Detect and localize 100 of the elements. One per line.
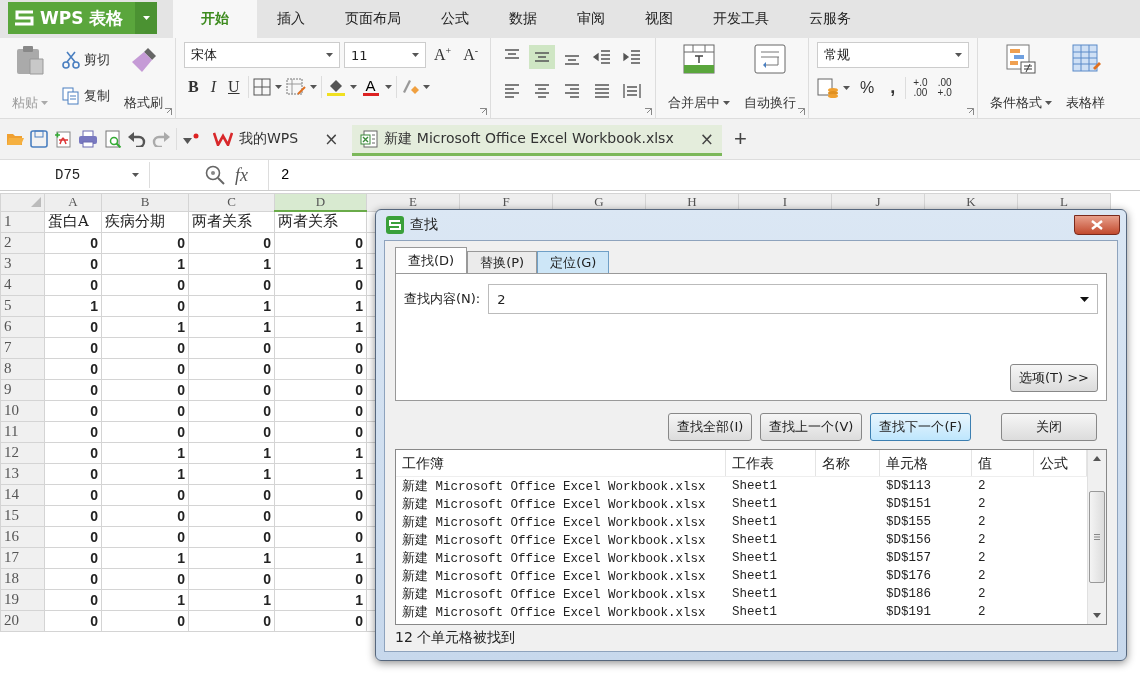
ribbon-tab[interactable]: 公式 <box>421 0 490 38</box>
table-style-button[interactable]: 表格样 <box>1062 42 1110 114</box>
result-cell[interactable]: $D$113 <box>880 479 972 493</box>
row-header[interactable]: 1 <box>0 211 45 232</box>
wrap-text-button[interactable]: 自动换行 <box>740 42 801 114</box>
result-cell[interactable]: 2 <box>972 569 1034 583</box>
result-cell[interactable]: 2 <box>972 587 1034 601</box>
column-header[interactable]: B <box>101 193 189 211</box>
row-header[interactable]: 9 <box>0 379 45 400</box>
result-cell[interactable]: Sheet1 <box>726 497 816 511</box>
row-header[interactable]: 15 <box>0 505 45 526</box>
result-cell[interactable]: $D$186 <box>880 587 972 601</box>
result-cell[interactable]: Sheet1 <box>726 551 816 565</box>
folder-icon[interactable] <box>6 131 24 147</box>
currency-icon[interactable] <box>817 77 840 98</box>
result-cell[interactable]: 新建 Microsoft Office Excel Workbook.xlsx <box>396 477 726 495</box>
document-tab[interactable]: 我的WPS × <box>205 122 347 156</box>
row-header[interactable]: 5 <box>0 295 45 316</box>
number-format-dropdown[interactable]: 常规 <box>817 42 970 68</box>
row-header[interactable]: 7 <box>0 337 45 358</box>
format-painter-button[interactable]: 格式刷 <box>120 42 167 114</box>
result-cell[interactable]: 2 <box>972 551 1034 565</box>
result-cell[interactable]: $D$155 <box>880 515 972 529</box>
cell-format-icon[interactable] <box>285 78 306 96</box>
result-cell[interactable]: Sheet1 <box>726 569 816 583</box>
undo-icon[interactable] <box>128 131 146 147</box>
result-cell[interactable]: 新建 Microsoft Office Excel Workbook.xlsx <box>396 585 726 603</box>
dialog-launcher-icon[interactable] <box>165 108 172 115</box>
ribbon-tab[interactable]: 插入 <box>257 0 326 38</box>
dialog-launcher-icon[interactable] <box>967 108 975 115</box>
eraser-icon[interactable] <box>400 78 419 96</box>
scroll-up-icon[interactable] <box>1093 456 1101 461</box>
result-cell[interactable]: 新建 Microsoft Office Excel Workbook.xlsx <box>396 567 726 585</box>
document-tab[interactable]: 新建 Microsoft Office Excel Workbook.xlsx × <box>352 125 722 156</box>
column-header[interactable]: 名称 <box>816 450 880 476</box>
conditional-format-button[interactable]: 条件格式 <box>986 42 1057 114</box>
result-cell[interactable]: $D$151 <box>880 497 972 511</box>
ribbon-tab[interactable]: 数据 <box>489 0 558 38</box>
row-header[interactable]: 4 <box>0 274 45 295</box>
result-cell[interactable]: 2 <box>972 479 1034 493</box>
dialog-tab[interactable]: 替换(P) <box>467 251 538 273</box>
close-tab-button[interactable]: × <box>699 129 714 149</box>
cut-button[interactable]: 剪切 <box>58 49 114 71</box>
result-cell[interactable]: 2 <box>972 515 1034 529</box>
redo-icon[interactable] <box>152 131 170 147</box>
row-header[interactable]: 6 <box>0 316 45 337</box>
close-tab-button[interactable]: × <box>324 129 339 149</box>
column-header[interactable]: 工作表 <box>726 450 816 476</box>
font-name-dropdown[interactable]: 宋体 <box>184 42 340 68</box>
name-box[interactable]: D75 <box>0 162 150 188</box>
thousands-separator-button[interactable]: , <box>884 76 902 99</box>
italic-button[interactable]: I <box>206 78 220 96</box>
result-cell[interactable]: 新建 Microsoft Office Excel Workbook.xlsx <box>396 495 726 513</box>
close-button[interactable] <box>1074 215 1120 235</box>
dialog-button[interactable]: 关闭 <box>1001 413 1097 441</box>
result-cell[interactable]: 2 <box>972 533 1034 547</box>
row-header[interactable]: 2 <box>0 232 45 253</box>
result-cell[interactable]: Sheet1 <box>726 533 816 547</box>
result-cell[interactable]: $D$176 <box>880 569 972 583</box>
row-header[interactable]: 10 <box>0 400 45 421</box>
result-cell[interactable]: 2 <box>972 605 1034 619</box>
result-cell[interactable]: 新建 Microsoft Office Excel Workbook.xlsx <box>396 549 726 567</box>
align-middle-icon[interactable] <box>529 45 556 69</box>
zoom-icon[interactable] <box>205 165 225 185</box>
print-icon[interactable] <box>78 130 98 148</box>
dialog-button[interactable]: 查找下一个(F) <box>870 413 971 441</box>
result-cell[interactable]: 新建 Microsoft Office Excel Workbook.xlsx <box>396 603 726 621</box>
dialog-launcher-icon[interactable] <box>480 108 488 115</box>
increase-decimal-button[interactable]: +.0 .00 <box>910 77 931 98</box>
increase-font-size-button[interactable]: A$^{+}$ <box>430 45 456 65</box>
font-color-button[interactable]: A <box>360 78 381 96</box>
result-cell[interactable]: 2 <box>972 497 1034 511</box>
column-header[interactable]: C <box>188 193 275 211</box>
percent-button[interactable]: % <box>854 77 881 98</box>
fill-bucket-icon[interactable] <box>325 78 346 96</box>
pdf-export-icon[interactable] <box>54 130 72 148</box>
dialog-button[interactable]: 查找上一个(V) <box>760 413 863 441</box>
ribbon-tab[interactable]: 审阅 <box>557 0 626 38</box>
result-cell[interactable]: Sheet1 <box>726 515 816 529</box>
row-header[interactable]: 19 <box>0 589 45 610</box>
result-cell[interactable]: Sheet1 <box>726 479 816 493</box>
find-field[interactable]: 2 <box>488 284 1098 314</box>
row-header[interactable]: 11 <box>0 421 45 442</box>
ribbon-tab[interactable]: 云服务 <box>789 0 872 38</box>
row-header[interactable]: 3 <box>0 253 45 274</box>
column-header[interactable]: 工作簿 <box>396 450 726 476</box>
row-header[interactable]: 13 <box>0 463 45 484</box>
decrease-font-size-button[interactable]: A$^{-}$ <box>459 45 483 65</box>
ribbon-tab[interactable]: 页面布局 <box>325 0 422 38</box>
row-header[interactable]: 8 <box>0 358 45 379</box>
row-header[interactable]: 18 <box>0 568 45 589</box>
scroll-down-icon[interactable] <box>1093 613 1101 618</box>
row-header[interactable]: 20 <box>0 610 45 631</box>
column-header[interactable]: A <box>44 193 102 211</box>
function-button[interactable]: fx <box>235 164 248 186</box>
options-button[interactable]: 选项(T) >> <box>1010 364 1098 392</box>
customize-icon[interactable] <box>183 133 199 145</box>
result-cell[interactable]: $D$156 <box>880 533 972 547</box>
borders-icon[interactable] <box>252 78 271 96</box>
dialog-launcher-icon[interactable] <box>798 108 806 115</box>
